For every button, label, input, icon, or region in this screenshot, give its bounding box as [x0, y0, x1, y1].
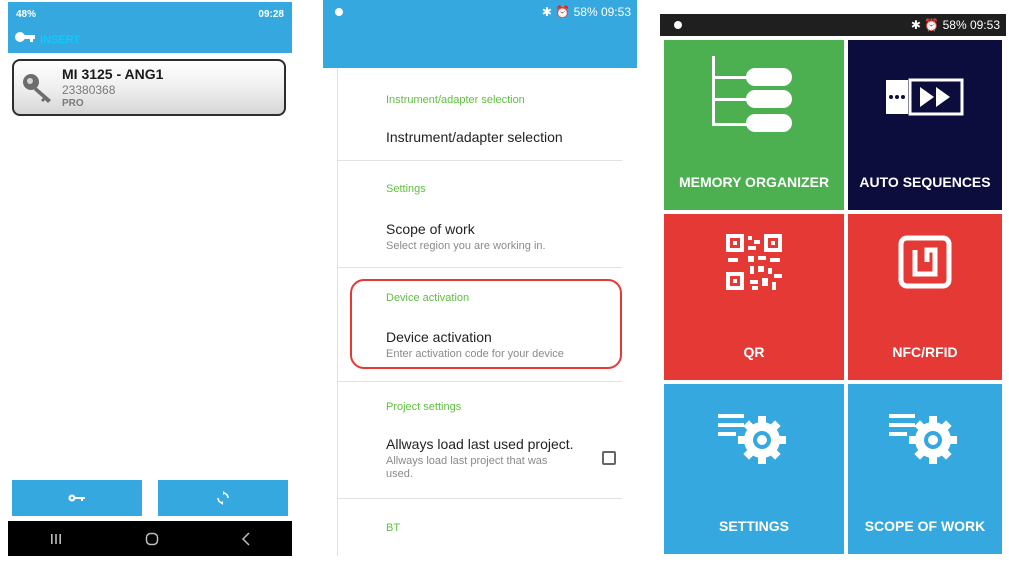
- category-instrument-adapter: Instrument/adapter selection: [386, 94, 525, 106]
- pref-always-load-summary-line2: used.: [386, 468, 413, 480]
- highlight-annotation: [350, 279, 622, 369]
- bluetooth-icon: ✱: [541, 5, 552, 19]
- clock: 09:28: [258, 8, 284, 20]
- bluetooth-icon: ✱: [910, 18, 921, 32]
- instrument-selection-screen: 48% 09:28 INSERT MI 3125 - ANG1 23380368…: [8, 2, 292, 556]
- alarm-icon: ⏰: [924, 18, 940, 32]
- notification-dot-icon: [674, 21, 682, 29]
- scope-gear-icon: [889, 414, 957, 464]
- pref-scope-of-work-summary: Select region you are working in.: [386, 240, 546, 252]
- category-project-settings: Project settings: [386, 401, 462, 413]
- memory-tree-icon: [712, 56, 792, 132]
- tile-label: SCOPE OF WORK: [864, 518, 986, 534]
- recent-apps-icon[interactable]: [49, 533, 63, 545]
- tile-settings[interactable]: SETTINGS: [664, 384, 844, 554]
- tile-auto-sequences[interactable]: AUTO SEQUENCES: [848, 40, 1002, 210]
- divider: [338, 381, 622, 382]
- settings-screen: ✱ ⏰ 58% 09:53 Instrument/adapter selecti…: [323, 0, 637, 556]
- status-bar: ✱ ⏰ 58% 09:53: [660, 14, 1006, 36]
- tile-label: QR: [743, 344, 765, 360]
- category-bt: BT: [386, 522, 401, 534]
- battery-status: 48%: [16, 8, 37, 20]
- app-bar: INSERT: [8, 26, 292, 53]
- pref-always-load-last-project[interactable]: Allways load last used project.: [386, 436, 574, 452]
- pref-always-load-summary-line1: Allways load last project that was: [386, 455, 548, 467]
- device-tier: PRO: [62, 98, 84, 109]
- qr-code-icon: [726, 234, 782, 290]
- battery-clock: 58% 09:53: [942, 18, 1000, 32]
- activate-key-button[interactable]: [12, 480, 142, 516]
- tile-nfc-rfid[interactable]: NFC/RFID: [848, 214, 1002, 380]
- back-icon[interactable]: [241, 531, 251, 546]
- category-settings: Settings: [386, 183, 426, 195]
- tile-scope-of-work[interactable]: SCOPE OF WORK: [848, 384, 1002, 554]
- refresh-button[interactable]: [158, 480, 288, 516]
- device-list-item[interactable]: MI 3125 - ANG1 23380368 PRO: [12, 59, 286, 116]
- fast-forward-icon: [886, 78, 964, 116]
- status-right: ✱ ⏰ 58% 09:53: [911, 18, 1000, 32]
- key-icon: [18, 63, 58, 113]
- pref-instrument-adapter-selection[interactable]: Instrument/adapter selection: [386, 129, 563, 145]
- battery-clock: 58% 09:53: [573, 5, 631, 19]
- tile-qr[interactable]: QR: [664, 214, 844, 380]
- divider: [338, 160, 622, 161]
- always-load-checkbox[interactable]: [602, 451, 616, 465]
- home-icon[interactable]: [145, 532, 159, 546]
- notification-dot-icon: [335, 8, 343, 16]
- tile-label: NFC/RFID: [892, 344, 958, 360]
- tile-label: SETTINGS: [718, 518, 789, 534]
- tile-label: MEMORY ORGANIZER: [678, 174, 830, 190]
- status-bar: ✱ ⏰ 58% 09:53: [323, 0, 637, 24]
- status-bar: 48% 09:28: [8, 2, 292, 26]
- settings-gear-icon: [718, 414, 786, 464]
- refresh-icon: [217, 491, 229, 505]
- android-nav-bar: [8, 521, 292, 556]
- pref-scope-of-work[interactable]: Scope of work: [386, 221, 475, 237]
- app-bar: [323, 24, 637, 68]
- divider: [338, 498, 622, 499]
- divider: [338, 267, 622, 268]
- tile-label: AUTO SEQUENCES: [859, 174, 991, 190]
- key-icon: [68, 494, 85, 502]
- main-menu-screen: ✱ ⏰ 58% 09:53 MEMORY ORGANIZER AUTO SEQU…: [660, 14, 1006, 558]
- alarm-icon: ⏰: [555, 5, 571, 19]
- status-right: ✱ ⏰ 58% 09:53: [542, 5, 631, 19]
- tile-memory-organizer[interactable]: MEMORY ORGANIZER: [664, 40, 844, 210]
- device-serial: 23380368: [62, 83, 116, 97]
- key-icon: [14, 30, 36, 49]
- device-name: MI 3125 - ANG1: [62, 66, 164, 82]
- nfc-icon: [898, 235, 952, 289]
- app-bar-title: INSERT: [40, 33, 81, 46]
